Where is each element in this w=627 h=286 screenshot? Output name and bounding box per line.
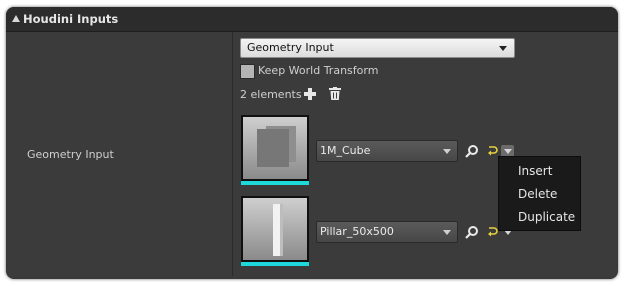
thumbnail-accent-bar: [241, 262, 309, 266]
reset-icon[interactable]: [486, 226, 498, 238]
chevron-down-icon: [504, 149, 512, 154]
element-count: 2 elements: [240, 88, 302, 101]
property-label: Geometry Input: [27, 148, 114, 161]
chevron-down-icon: [443, 149, 451, 154]
asset-picker[interactable]: Pillar_50x500: [316, 221, 458, 243]
browse-icon[interactable]: [465, 225, 479, 239]
browse-icon[interactable]: [465, 144, 479, 158]
menu-item-insert[interactable]: Insert: [499, 160, 580, 182]
menu-item-delete[interactable]: Delete: [499, 183, 580, 205]
asset-thumbnail-pillar[interactable]: [241, 196, 309, 266]
reset-icon[interactable]: [486, 145, 498, 157]
input-type-dropdown[interactable]: Geometry Input: [240, 38, 515, 58]
add-icon[interactable]: [304, 88, 316, 100]
input-type-value: Geometry Input: [247, 41, 334, 54]
asset-picker[interactable]: 1M_Cube: [316, 140, 458, 162]
cube-preview: [257, 129, 289, 167]
element-context-menu: Insert Delete Duplicate: [498, 156, 581, 231]
collapse-arrow-icon[interactable]: [12, 15, 20, 22]
chevron-down-icon: [499, 46, 507, 51]
keep-world-transform-label: Keep World Transform: [258, 64, 379, 77]
thumbnail-accent-bar: [241, 181, 309, 185]
panel-header[interactable]: Houdini Inputs: [6, 7, 618, 32]
column-splitter[interactable]: [232, 32, 233, 276]
pillar-preview: [273, 204, 280, 256]
panel-title: Houdini Inputs: [23, 12, 119, 26]
chevron-down-icon: [443, 230, 451, 235]
keep-world-transform-checkbox[interactable]: [240, 64, 255, 79]
asset-name: 1M_Cube: [320, 144, 371, 157]
asset-name: Pillar_50x500: [320, 225, 394, 238]
trash-icon[interactable]: [329, 87, 341, 100]
asset-thumbnail-cube[interactable]: [241, 115, 309, 185]
menu-item-duplicate[interactable]: Duplicate: [499, 206, 580, 228]
